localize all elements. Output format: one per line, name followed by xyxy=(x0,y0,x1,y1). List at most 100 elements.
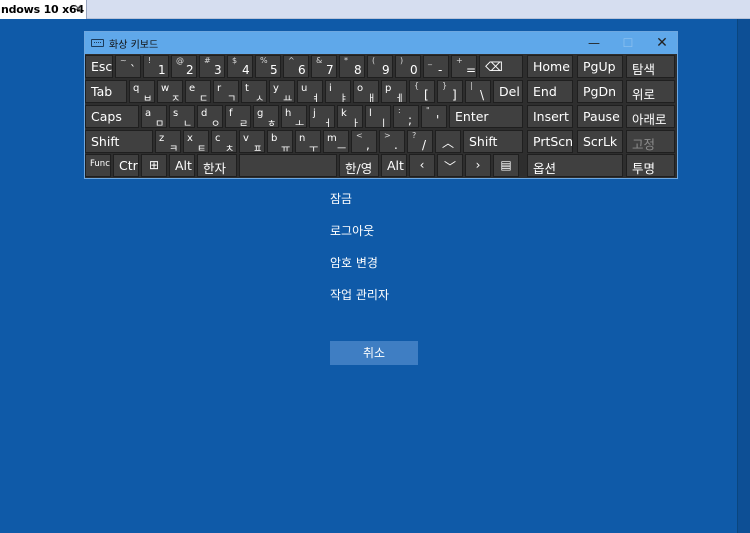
key-o[interactable]: oㅐ xyxy=(353,80,379,103)
key-4[interactable]: $4 xyxy=(227,55,253,78)
key-del[interactable]: Del xyxy=(493,80,523,103)
key-5[interactable]: % 5 xyxy=(255,55,281,78)
key-hangul-letter: ㄷ xyxy=(199,94,209,103)
menu-item-sign-out[interactable]: 로그아웃 xyxy=(330,222,450,242)
key-y[interactable]: yㅛ xyxy=(269,80,295,103)
cancel-button[interactable]: 취소 xyxy=(330,341,418,365)
key-lbracket[interactable]: {[ xyxy=(409,80,435,103)
key-home[interactable]: Home xyxy=(527,55,573,78)
key-f[interactable]: fㄹ xyxy=(225,105,251,128)
key-semicolon[interactable]: :; xyxy=(393,105,419,128)
osk-title-bar[interactable]: 화상 키보드 — ☐ ✕ xyxy=(85,32,677,54)
key-arrow-down[interactable]: ﹀ xyxy=(437,154,463,177)
key-alt-left[interactable]: Alt xyxy=(169,154,195,177)
key-space[interactable] xyxy=(239,154,337,177)
key-w[interactable]: wㅈ xyxy=(157,80,183,103)
maximize-button[interactable]: ☐ xyxy=(611,32,645,54)
key-j[interactable]: jㅓ xyxy=(309,105,335,128)
key-rshift[interactable]: Shift xyxy=(463,130,523,153)
key-k[interactable]: kㅏ xyxy=(337,105,363,128)
key-c[interactable]: cㅊ xyxy=(211,130,237,153)
key-m[interactable]: mㅡ xyxy=(323,130,349,153)
menu-item-change-password[interactable]: 암호 변경 xyxy=(330,254,450,274)
key-0[interactable]: ) 0 xyxy=(395,55,421,78)
key-down-nav[interactable]: 아래로 xyxy=(626,105,675,128)
key-end[interactable]: End xyxy=(527,80,573,103)
key-pgup[interactable]: PgUp xyxy=(577,55,623,78)
key-han-eng[interactable]: 한/영 xyxy=(339,154,379,177)
host-vm-tab[interactable]: ndows 10 x64 ✕ xyxy=(0,0,87,19)
key-insert[interactable]: Insert xyxy=(527,105,573,128)
key-menu[interactable]: ▤ xyxy=(493,154,519,177)
key-equals[interactable]: + = xyxy=(451,55,477,78)
key-alt-right[interactable]: Alt xyxy=(381,154,407,177)
key-pgdn[interactable]: PgDn xyxy=(577,80,623,103)
key-minus[interactable]: _ - xyxy=(423,55,449,78)
key-base-symbol: ] xyxy=(452,88,457,102)
key-r[interactable]: rㄱ xyxy=(213,80,239,103)
key-u[interactable]: uㅕ xyxy=(297,80,323,103)
key-slash[interactable]: ? / xyxy=(407,130,433,153)
key-hanja[interactable]: 한자 xyxy=(197,154,237,177)
key-hangul-letter: ㅌ xyxy=(197,144,207,153)
key-backtick[interactable]: ~ ` xyxy=(115,55,141,78)
key-period[interactable]: >. xyxy=(379,130,405,153)
key-caps[interactable]: Caps xyxy=(85,105,139,128)
key-fn[interactable]: Func xyxy=(85,154,111,177)
menu-item-task-manager[interactable]: 작업 관리자 xyxy=(330,286,450,306)
key-hangul-letter: ㅔ xyxy=(395,94,405,103)
key-b[interactable]: bㅠ xyxy=(267,130,293,153)
key-l[interactable]: lㅣ xyxy=(365,105,391,128)
key-win[interactable]: ⊞ xyxy=(141,154,167,177)
key-pause[interactable]: Pause xyxy=(577,105,623,128)
menu-item-lock[interactable]: 잠금 xyxy=(330,190,450,210)
key-3[interactable]: #3 xyxy=(199,55,225,78)
key-h[interactable]: hㅗ xyxy=(281,105,307,128)
key-base-symbol: 1 xyxy=(158,63,166,77)
minimize-button[interactable]: — xyxy=(577,32,611,54)
key-comma[interactable]: <, xyxy=(351,130,377,153)
key-backspace[interactable]: ⌫ xyxy=(479,55,523,78)
key-fade[interactable]: 투명 xyxy=(626,154,675,177)
key-lshift[interactable]: Shift xyxy=(85,130,153,153)
key-n[interactable]: nㅜ xyxy=(295,130,321,153)
key-latin-letter: a xyxy=(145,108,152,119)
key-backslash[interactable]: | \ xyxy=(465,80,491,103)
key-q[interactable]: qㅂ xyxy=(129,80,155,103)
key-tab[interactable]: Tab xyxy=(85,80,127,103)
key-quote[interactable]: " ' xyxy=(421,105,447,128)
key-2[interactable]: @2 xyxy=(171,55,197,78)
key-esc[interactable]: Esc xyxy=(85,55,113,78)
close-button[interactable]: ✕ xyxy=(645,32,679,54)
key-6[interactable]: ^ 6 xyxy=(283,55,309,78)
key-9[interactable]: (9 xyxy=(367,55,393,78)
key-a[interactable]: aㅁ xyxy=(141,105,167,128)
key-options[interactable]: 옵션 xyxy=(527,154,623,177)
key-e[interactable]: eㄷ xyxy=(185,80,211,103)
key-arrow-up[interactable]: ︿ xyxy=(435,130,461,153)
key-1[interactable]: ! 1 xyxy=(143,55,169,78)
key-fixed[interactable]: 고정 xyxy=(626,130,675,153)
key-x[interactable]: xㅌ xyxy=(183,130,209,153)
key-ctrl[interactable]: Ctrl xyxy=(113,154,139,177)
key-prtscn[interactable]: PrtScn xyxy=(527,130,573,153)
key-enter[interactable]: Enter xyxy=(449,105,523,128)
key-scrlk[interactable]: ScrLk xyxy=(577,130,623,153)
key-7[interactable]: & 7 xyxy=(311,55,337,78)
key-i[interactable]: iㅑ xyxy=(325,80,351,103)
key-8[interactable]: * 8 xyxy=(339,55,365,78)
key-s[interactable]: sㄴ xyxy=(169,105,195,128)
close-icon[interactable]: ✕ xyxy=(72,2,84,16)
key-g[interactable]: gㅎ xyxy=(253,105,279,128)
key-up-nav[interactable]: 위로 xyxy=(626,80,675,103)
osk-title: 화상 키보드 xyxy=(109,40,159,51)
key-hanja-search[interactable]: 탐색 xyxy=(626,55,675,78)
key-d[interactable]: dㅇ xyxy=(197,105,223,128)
key-arrow-left[interactable]: ‹ xyxy=(409,154,435,177)
key-arrow-right[interactable]: › xyxy=(465,154,491,177)
key-rbracket[interactable]: }] xyxy=(437,80,463,103)
key-z[interactable]: zㅋ xyxy=(155,130,181,153)
key-p[interactable]: pㅔ xyxy=(381,80,407,103)
key-v[interactable]: vㅍ xyxy=(239,130,265,153)
key-t[interactable]: tㅅ xyxy=(241,80,267,103)
